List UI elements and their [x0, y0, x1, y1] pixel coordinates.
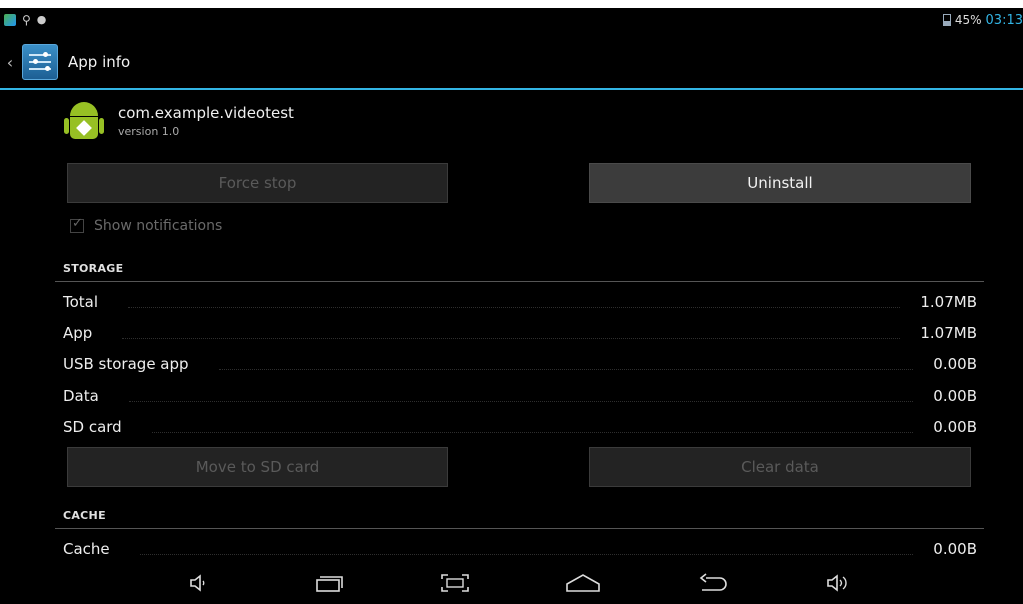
uninstall-button[interactable]: Uninstall [589, 163, 971, 203]
storage-row-total: Total 1.07MB [63, 290, 977, 314]
cache-row-value: 0.00B [933, 540, 977, 558]
show-notifications-label: Show notifications [94, 218, 223, 234]
dotted-leader [128, 297, 901, 308]
usb-icon: ⚲ [22, 13, 31, 27]
battery-icon [942, 14, 951, 26]
gallery-icon [4, 14, 16, 26]
page-title: App info [68, 53, 131, 71]
dotted-leader [218, 359, 914, 370]
move-to-sd-card-button[interactable]: Move to SD card [67, 447, 448, 487]
dotted-leader [139, 544, 914, 555]
app-package-name: com.example.videotest [118, 104, 294, 122]
clear-data-button[interactable]: Clear data [589, 447, 971, 487]
storage-row-data: Data 0.00B [63, 384, 977, 408]
action-bar: ‹ App info [0, 36, 1023, 90]
debug-icon: ● [36, 13, 47, 26]
storage-row-label: Total [63, 293, 99, 311]
app-version: version 1.0 [118, 125, 180, 138]
dotted-leader [128, 391, 914, 402]
storage-row-value: 0.00B [933, 355, 977, 373]
storage-row-label: App [63, 324, 93, 342]
battery-percent: 45% [954, 13, 982, 27]
show-notifications-row[interactable]: Show notifications [70, 216, 223, 234]
volume-up-icon[interactable] [818, 572, 858, 599]
settings-icon[interactable] [22, 44, 58, 80]
storage-section-header: STORAGE [55, 258, 984, 282]
android-icon [64, 98, 104, 146]
storage-row-value: 1.07MB [920, 324, 977, 342]
storage-row-app: App 1.07MB [63, 321, 977, 345]
dotted-leader [122, 328, 901, 339]
top-edge [0, 0, 1023, 8]
navigation-bar [0, 564, 1023, 604]
storage-row-label: USB storage app [63, 355, 189, 373]
storage-header-label: STORAGE [63, 262, 124, 275]
status-bar: ⚲ ● 45% 03:13 [0, 8, 1023, 32]
clock: 03:13 [985, 12, 1023, 28]
volume-down-icon[interactable] [178, 572, 218, 599]
cache-row-label: Cache [63, 540, 110, 558]
storage-row-value: 1.07MB [920, 293, 977, 311]
cache-section-header: CACHE [55, 505, 984, 529]
chevron-left-icon[interactable]: ‹ [2, 53, 18, 72]
storage-row-label: Data [63, 387, 99, 405]
storage-row-value: 0.00B [933, 387, 977, 405]
storage-row-usb-storage-app: USB storage app 0.00B [63, 352, 977, 376]
storage-row-label: SD card [63, 418, 122, 436]
force-stop-button[interactable]: Force stop [67, 163, 448, 203]
app-header: com.example.videotest version 1.0 [64, 98, 294, 146]
storage-row-value: 0.00B [933, 418, 977, 436]
home-icon[interactable] [563, 572, 603, 599]
screenshot-icon[interactable] [435, 572, 475, 599]
cache-header-label: CACHE [63, 509, 106, 522]
cache-row: Cache 0.00B [63, 537, 977, 561]
recent-apps-icon[interactable] [309, 572, 349, 599]
storage-row-sd-card: SD card 0.00B [63, 415, 977, 439]
show-notifications-checkbox[interactable] [70, 216, 84, 233]
back-icon[interactable] [693, 572, 733, 599]
dotted-leader [151, 422, 914, 433]
